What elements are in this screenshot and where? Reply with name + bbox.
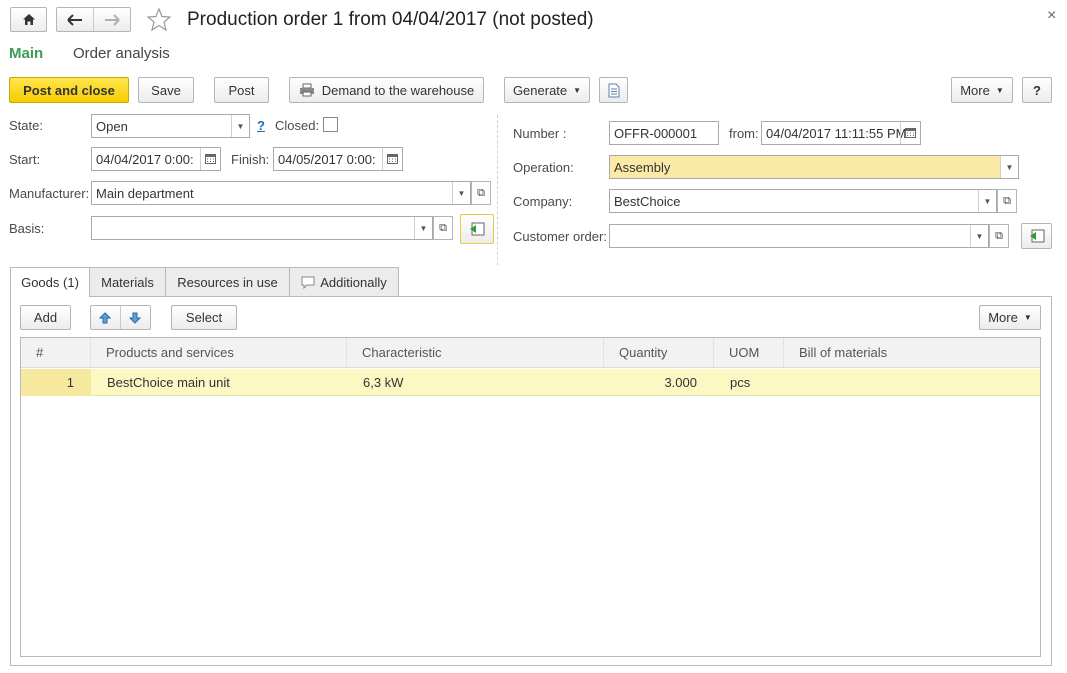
table-more-label: More <box>988 310 1018 325</box>
fill-customer-order-button[interactable] <box>1021 223 1052 249</box>
operation-label: Operation: <box>513 160 574 175</box>
chevron-down-icon[interactable]: ▼ <box>970 225 988 247</box>
open-icon[interactable]: ⧉ <box>997 189 1017 213</box>
page-title: Production order 1 from 04/04/2017 (not … <box>187 9 594 30</box>
back-arrow-icon[interactable] <box>57 8 94 31</box>
fill-icon <box>470 222 485 236</box>
closed-checkbox[interactable] <box>323 117 338 132</box>
table-more-button[interactable]: More ▼ <box>979 305 1041 330</box>
row-characteristic: 6,3 kW <box>363 375 404 390</box>
chevron-down-icon[interactable]: ▼ <box>1000 156 1018 178</box>
col-number[interactable]: # <box>21 338 91 367</box>
home-icon <box>22 14 35 25</box>
help-link[interactable]: ? <box>257 118 265 133</box>
nav-main[interactable]: Main <box>9 45 43 62</box>
number-field[interactable]: OFFR-000001 <box>609 121 719 145</box>
back-forward-group <box>56 7 131 32</box>
move-up-icon[interactable] <box>91 306 121 329</box>
row-quantity: 3.000 <box>664 375 697 390</box>
close-icon[interactable]: × <box>1047 7 1056 25</box>
col-quantity[interactable]: Quantity <box>604 338 714 367</box>
move-down-icon[interactable] <box>121 306 150 329</box>
from-value: 04/04/2017 11:11:55 PM <box>766 125 907 141</box>
demand-label: Demand to the warehouse <box>321 82 475 98</box>
state-label: State: <box>9 118 43 133</box>
move-buttons-group <box>90 305 151 330</box>
calendar-icon[interactable] <box>200 148 220 170</box>
state-value: Open <box>96 118 128 134</box>
tab-additionally[interactable]: Additionally <box>289 267 399 296</box>
company-label: Company: <box>513 194 573 209</box>
manufacturer-value: Main department <box>96 185 194 201</box>
home-button[interactable] <box>10 7 47 32</box>
number-value: OFFR-000001 <box>614 125 698 141</box>
select-button[interactable]: Select <box>171 305 237 330</box>
post-and-close-button[interactable]: Post and close <box>9 77 129 103</box>
manufacturer-label: Manufacturer: <box>9 186 90 201</box>
finish-date-field[interactable]: 04/05/2017 0:00: <box>273 147 403 171</box>
open-icon[interactable]: ⧉ <box>989 224 1009 248</box>
post-button[interactable]: Post <box>214 77 269 103</box>
chevron-down-icon[interactable]: ▼ <box>452 182 470 204</box>
start-date-field[interactable]: 04/04/2017 0:00: <box>91 147 221 171</box>
from-label: from: <box>729 126 759 141</box>
more-label: More <box>960 82 990 98</box>
tab-additionally-label: Additionally <box>320 274 387 290</box>
calendar-icon[interactable] <box>382 148 402 170</box>
save-button[interactable]: Save <box>138 77 194 103</box>
tab-materials[interactable]: Materials <box>89 267 166 296</box>
more-button[interactable]: More ▼ <box>951 77 1013 103</box>
column-divider <box>497 115 498 265</box>
col-uom[interactable]: UOM <box>714 338 784 367</box>
operation-select[interactable]: Assembly ▼ <box>609 155 1019 179</box>
state-select[interactable]: Open ▼ <box>91 114 250 138</box>
nav-order-analysis[interactable]: Order analysis <box>73 45 170 62</box>
finish-value: 04/05/2017 0:00: <box>278 151 376 167</box>
company-value: BestChoice <box>614 193 681 209</box>
operation-value: Assembly <box>614 159 671 175</box>
col-characteristic[interactable]: Characteristic <box>347 338 604 367</box>
printer-icon <box>299 83 314 97</box>
col-bill-of-materials[interactable]: Bill of materials <box>784 338 1040 367</box>
generate-button[interactable]: Generate ▼ <box>504 77 590 103</box>
company-select[interactable]: BestChoice ▼ <box>609 189 997 213</box>
chevron-down-icon[interactable]: ▼ <box>978 190 996 212</box>
manufacturer-select[interactable]: Main department ▼ <box>91 181 471 205</box>
row-uom: pcs <box>730 375 751 390</box>
start-label: Start: <box>9 152 41 167</box>
number-label: Number : <box>513 126 567 141</box>
help-button[interactable]: ? <box>1022 77 1052 103</box>
add-button[interactable]: Add <box>20 305 71 330</box>
speech-bubble-icon <box>301 276 315 289</box>
customer-order-select[interactable]: ▼ <box>609 224 989 248</box>
forward-arrow-icon[interactable] <box>94 8 131 31</box>
fill-by-basis-button[interactable] <box>460 214 494 244</box>
customer-order-label: Customer order: <box>513 229 607 244</box>
open-icon[interactable]: ⧉ <box>471 181 491 205</box>
chevron-down-icon: ▼ <box>1023 313 1032 322</box>
open-icon[interactable]: ⧉ <box>433 216 453 240</box>
start-value: 04/04/2017 0:00: <box>96 151 194 167</box>
demand-to-warehouse-button[interactable]: Demand to the warehouse <box>289 77 484 103</box>
basis-label: Basis: <box>9 221 45 236</box>
chevron-down-icon[interactable]: ▼ <box>414 217 432 239</box>
basis-select[interactable]: ▼ <box>91 216 433 240</box>
document-icon <box>608 83 619 97</box>
report-button[interactable] <box>599 77 628 103</box>
chevron-down-icon: ▼ <box>573 85 582 95</box>
fill-icon <box>1029 229 1044 243</box>
tab-resources-in-use[interactable]: Resources in use <box>165 267 290 296</box>
chevron-down-icon: ▼ <box>995 85 1004 95</box>
from-date-field[interactable]: 04/04/2017 11:11:55 PM <box>761 121 921 145</box>
row-product: BestChoice main unit <box>107 375 230 390</box>
tab-goods[interactable]: Goods (1) <box>10 267 90 297</box>
star-icon[interactable] <box>146 7 172 34</box>
closed-label: Closed: <box>275 118 320 133</box>
col-products[interactable]: Products and services <box>91 338 347 367</box>
calendar-icon[interactable] <box>900 122 920 144</box>
finish-label: Finish: <box>231 152 270 167</box>
chevron-down-icon[interactable]: ▼ <box>231 115 249 137</box>
generate-label: Generate <box>512 82 568 98</box>
row-number: 1 <box>66 375 74 390</box>
